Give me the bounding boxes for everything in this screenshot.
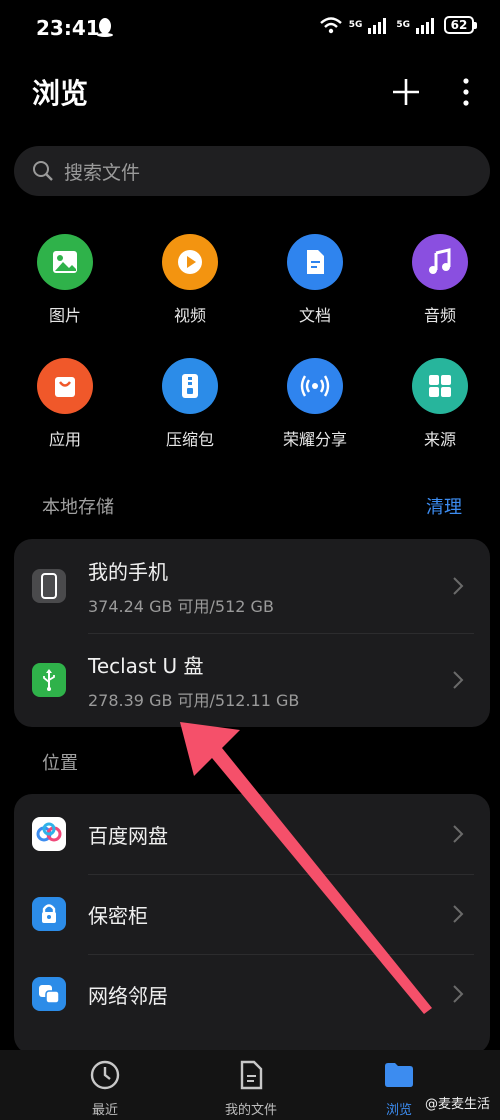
signal-icon [368, 18, 387, 34]
category-label: 压缩包 [165, 430, 214, 449]
category-archives[interactable]: 压缩包 [135, 358, 245, 450]
usb-icon [32, 663, 66, 697]
play-icon [162, 234, 218, 290]
grid-icon [412, 358, 468, 414]
category-label: 视频 [173, 306, 206, 325]
chevron-right-icon [453, 905, 464, 923]
network-type-1: 5G [348, 19, 363, 30]
section-title-locations: 位置 [42, 753, 78, 774]
music-icon [412, 234, 468, 290]
cleanup-button[interactable]: 清理 [426, 493, 462, 519]
lock-icon [32, 897, 66, 931]
category-honor-share[interactable]: 荣耀分享 [260, 358, 370, 450]
storage-title: Teclast U 盘 [88, 653, 204, 678]
section-title-local-storage: 本地存储 [42, 497, 114, 518]
watermark: @麦麦生活 [424, 1097, 490, 1112]
wifi-icon [319, 17, 342, 34]
nav-my-files[interactable]: 我的文件 [196, 1058, 306, 1118]
chevron-right-icon [453, 825, 464, 843]
shopping-bag-icon [37, 358, 93, 414]
clock-icon [90, 1060, 120, 1090]
category-label: 文档 [298, 306, 331, 325]
image-icon [37, 234, 93, 290]
category-videos[interactable]: 视频 [135, 234, 245, 326]
file-icon [240, 1060, 263, 1090]
storage-capacity: 278.39 GB 可用/512.11 GB [88, 690, 300, 710]
chevron-right-icon [453, 671, 464, 689]
share-wave-icon [287, 358, 343, 414]
more-vertical-icon[interactable] [446, 72, 486, 112]
location-item-safe[interactable]: 保密柜 [14, 874, 490, 954]
category-audio[interactable]: 音频 [385, 234, 495, 326]
locations-card: 百度网盘 保密柜 网络邻居 [14, 794, 490, 1054]
storage-capacity: 374.24 GB 可用/512 GB [88, 596, 274, 616]
category-images[interactable]: 图片 [10, 234, 120, 326]
zip-icon [162, 358, 218, 414]
plus-icon[interactable] [386, 72, 426, 112]
search-bar[interactable]: 搜索文件 [14, 146, 490, 196]
nav-recent[interactable]: 最近 [50, 1058, 160, 1118]
status-bar: 23:41 5G 5G 62 [0, 0, 500, 60]
chevron-right-icon [453, 577, 464, 595]
nav-label: 我的文件 [224, 1103, 277, 1118]
document-icon [287, 234, 343, 290]
category-label: 来源 [423, 430, 456, 449]
category-label: 图片 [48, 306, 81, 325]
category-apps[interactable]: 应用 [10, 358, 120, 450]
location-title: 网络邻居 [88, 983, 168, 1008]
category-documents[interactable]: 文档 [260, 234, 370, 326]
search-icon [33, 161, 53, 181]
storage-title: 我的手机 [88, 559, 168, 584]
location-title: 保密柜 [88, 903, 148, 928]
category-label: 荣耀分享 [282, 430, 347, 449]
status-time: 23:41 [36, 16, 100, 40]
category-label: 音频 [423, 306, 456, 325]
local-storage-card: 我的手机 374.24 GB 可用/512 GB Teclast U 盘 278… [14, 539, 490, 727]
nav-label: 最近 [91, 1103, 118, 1118]
network-neighbor-icon [32, 977, 66, 1011]
storage-item-usb[interactable]: Teclast U 盘 278.39 GB 可用/512.11 GB [14, 633, 490, 727]
battery-indicator: 62 [444, 16, 477, 34]
category-sources[interactable]: 来源 [385, 358, 495, 450]
chevron-right-icon [453, 985, 464, 1003]
location-title: 百度网盘 [88, 823, 168, 848]
network-type-2: 5G [396, 19, 410, 30]
category-label: 应用 [48, 430, 81, 449]
baidu-netdisk-icon [32, 817, 66, 851]
location-item-network[interactable]: 网络邻居 [14, 954, 490, 1034]
phone-icon [32, 569, 66, 603]
page-title: 浏览 [32, 77, 89, 110]
folder-icon [385, 1063, 413, 1087]
storage-item-phone[interactable]: 我的手机 374.24 GB 可用/512 GB [14, 539, 490, 633]
search-input[interactable]: 搜索文件 [64, 158, 140, 185]
signal-icon [416, 18, 434, 34]
bottom-navigation: 最近 我的文件 浏览 @麦麦生活 [0, 1050, 500, 1120]
qq-penguin-icon [97, 18, 113, 37]
location-item-baidu[interactable]: 百度网盘 [14, 794, 490, 874]
